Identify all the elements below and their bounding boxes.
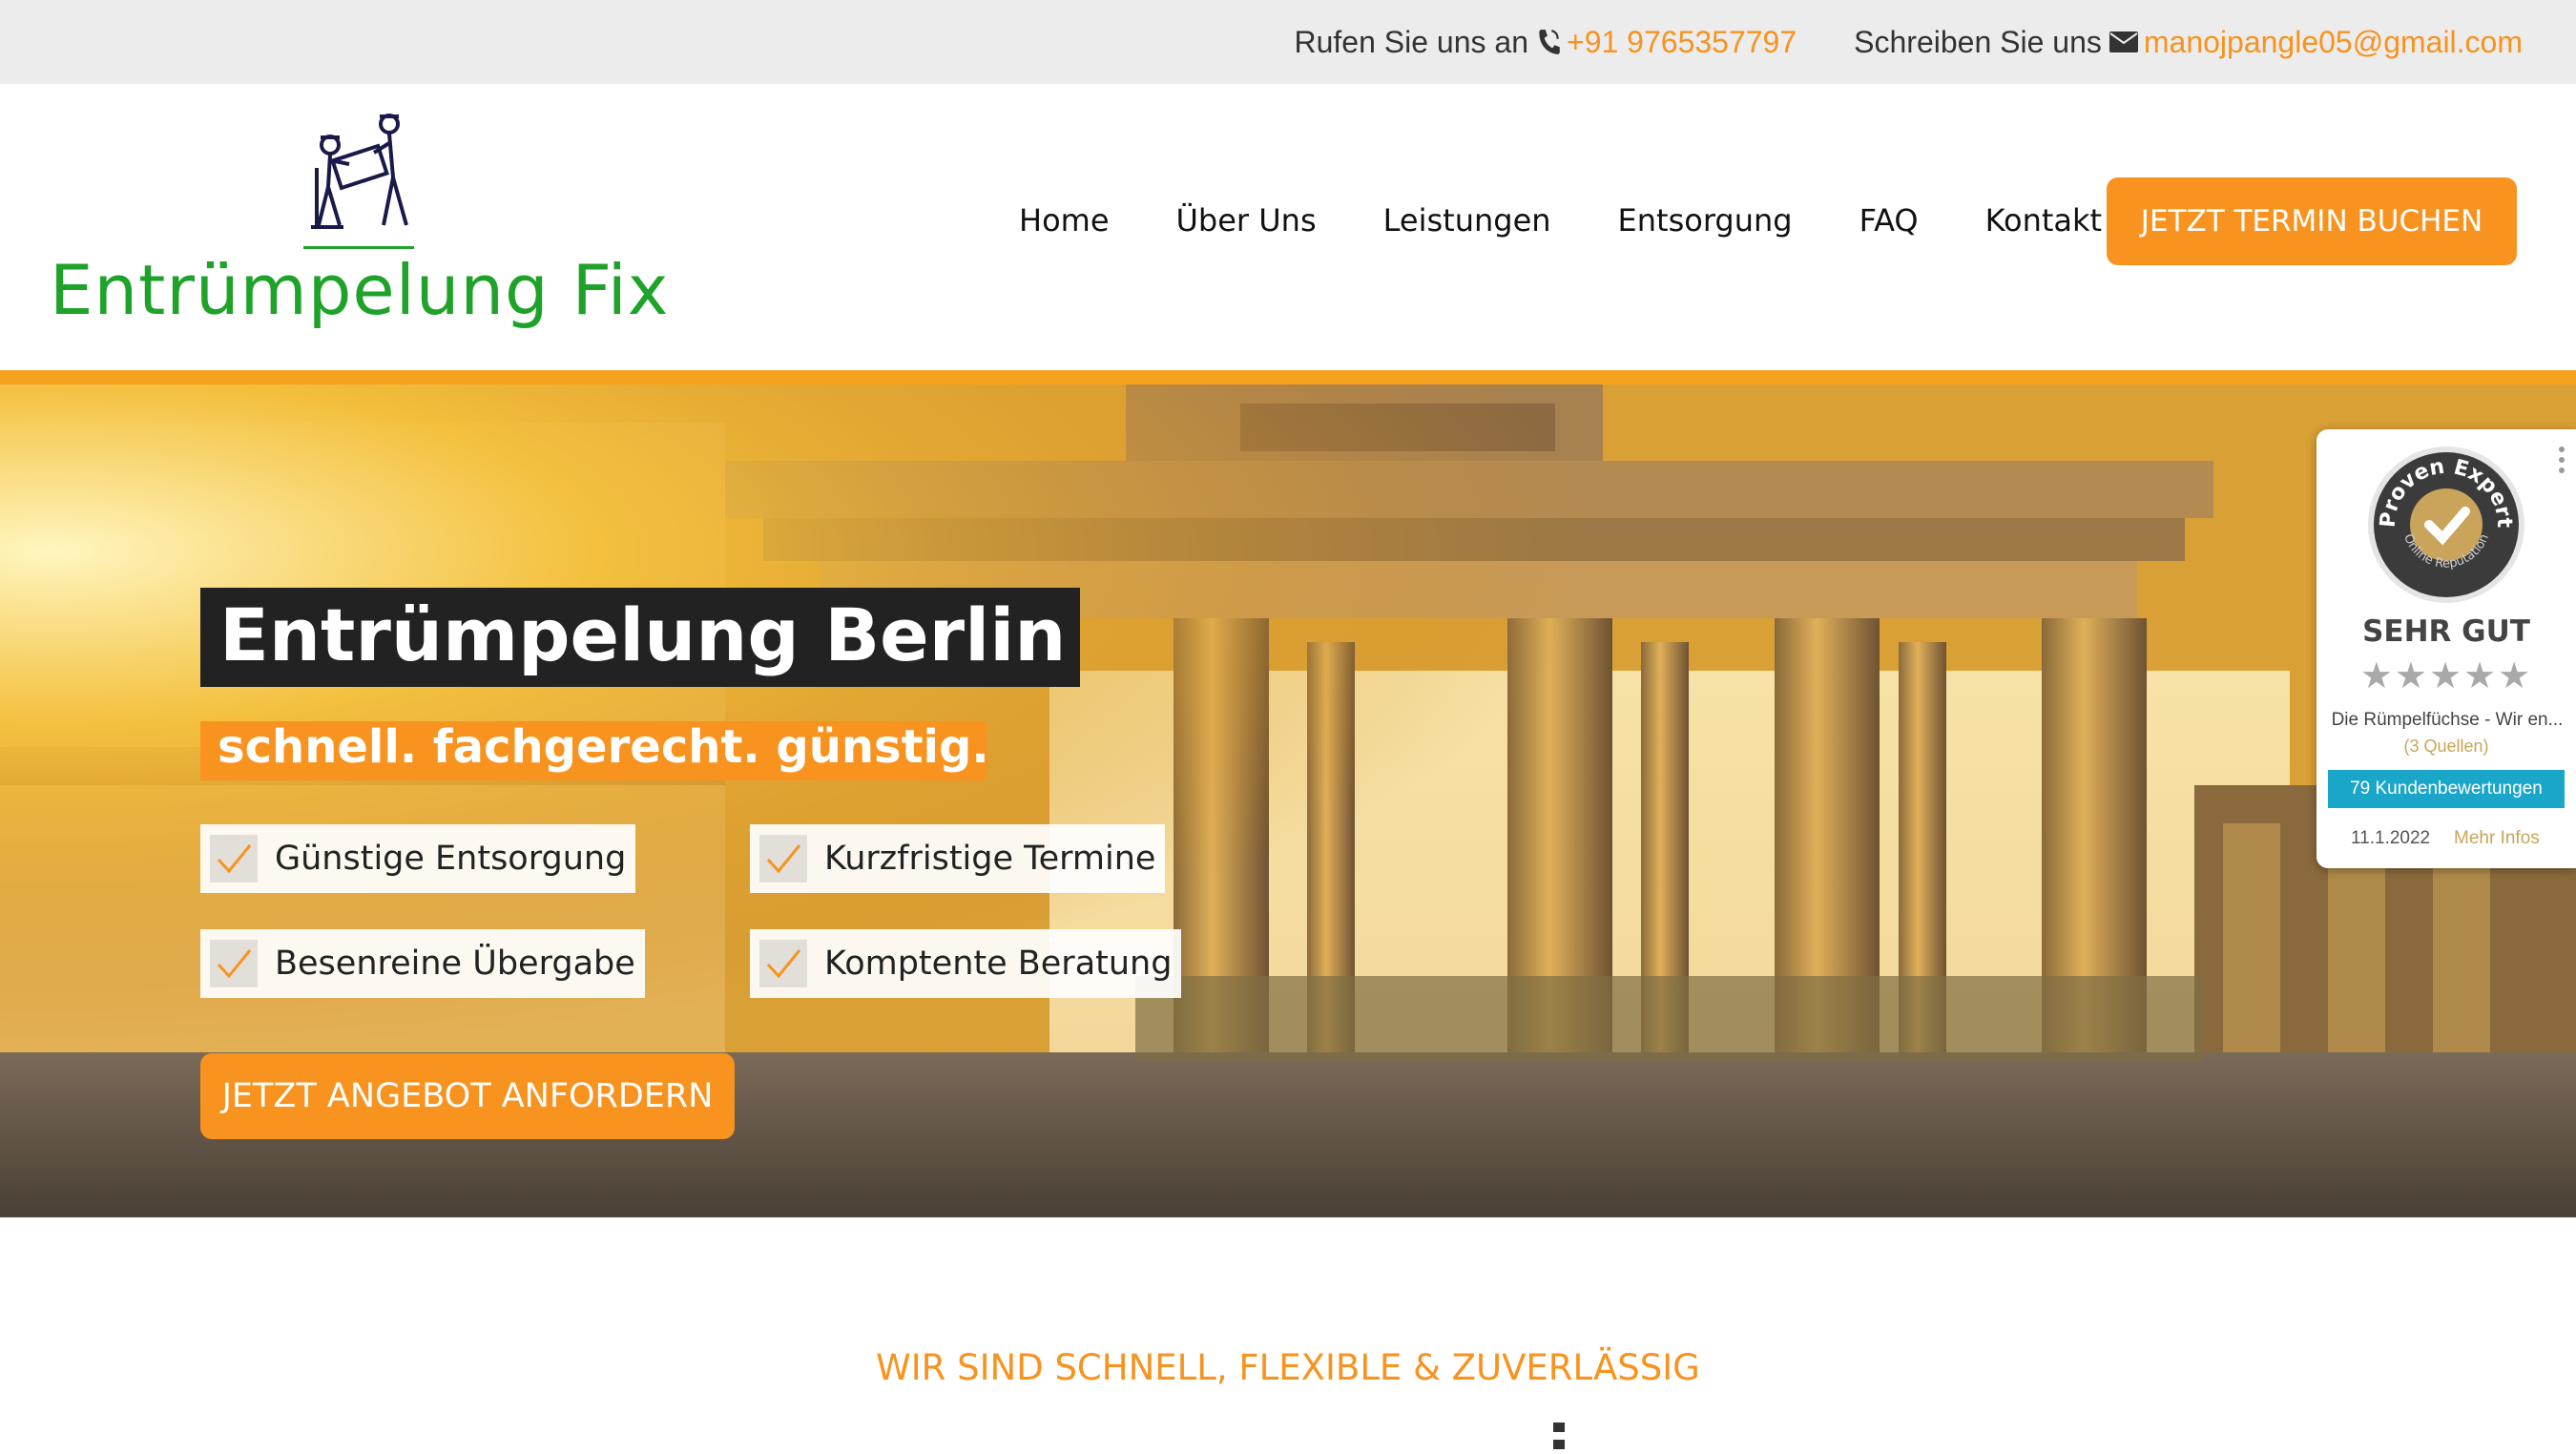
section-divider-icon [1553,1420,1580,1449]
hero-subtitle: schnell. fachgerecht. günstig. [218,720,989,774]
badge-rating-text: SEHR GUT [2362,614,2530,649]
checkmark-icon [210,835,258,883]
feature-item: Besenreine Übergabe [200,929,645,998]
feature-item: Günstige Entsorgung [200,824,636,893]
checkmark-icon [210,940,258,987]
checkmark-icon [759,835,807,883]
header-accent-rule [0,370,2576,384]
badge-stars: ★★★★★ [2359,656,2533,696]
checkmark-icon [759,940,807,987]
phone-icon [1539,30,1560,54]
main-nav: Home Über Uns Leistungen Entsorgung FAQ … [1019,202,2102,239]
nav-item-home[interactable]: Home [1019,202,1110,239]
feature-label: Komptente Beratung [824,945,1173,983]
feature-item: Kurzfristige Termine [750,824,1166,893]
contact-info: Rufen Sie uns an +91 9765357797 Schreibe… [1295,0,2524,84]
write-label: Schreiben Sie uns [1854,24,2102,59]
badge-date: 11.1.2022 [2351,828,2431,848]
badge-reviews-button[interactable]: 79 Kundenbewertungen [2328,770,2565,808]
hero-section: Entrümpelung Berlin schnell. fachgerecht… [0,384,2576,1217]
feature-label: Besenreine Übergabe [275,945,635,983]
envelope-icon [2109,31,2138,52]
nav-item-leistungen[interactable]: Leistungen [1383,202,1551,239]
logo-divider [303,246,414,249]
badge-menu-icon[interactable] [2559,447,2565,478]
nav-item-faq[interactable]: FAQ [1859,202,1919,239]
badge-company-name: Die Rümpelfüchse - Wir en... [2331,710,2564,730]
nav-item-entsorgung[interactable]: Entsorgung [1618,202,1793,239]
proven-expert-badge[interactable]: Proven Expert Online Reputation SEHR GUT… [2316,429,2576,868]
nav-item-ueber-uns[interactable]: Über Uns [1176,202,1317,239]
hero-title: Entrümpelung Berlin [219,592,1067,677]
top-contact-bar: Rufen Sie uns an +91 9765357797 Schreibe… [0,0,2576,84]
feature-label: Kurzfristige Termine [824,840,1156,878]
feature-label: Günstige Entsorgung [275,840,627,878]
phone-link[interactable]: +91 9765357797 [1567,25,1797,60]
nav-item-kontakt[interactable]: Kontakt [1985,202,2102,239]
movers-logo-icon[interactable] [301,111,422,229]
request-quote-button[interactable]: JETZT ANGEBOT ANFORDERN [200,1053,735,1139]
badge-more-info-link[interactable]: Mehr Infos [2454,828,2540,849]
logo-text[interactable]: Entrümpelung Fix [50,250,669,330]
call-label: Rufen Sie uns an [1294,24,1529,59]
book-appointment-button[interactable]: JETZT TERMIN BUCHEN [2107,177,2517,265]
feature-item: Komptente Beratung [750,929,1182,998]
section-title: WIR SIND SCHNELL, FLEXIBLE & ZUVERLÄSSIG [876,1347,1700,1388]
email-link[interactable]: manojpangle05@gmail.com [2144,25,2523,60]
badge-sources: (3 Quellen) [2403,737,2489,756]
proven-expert-seal-icon: Proven Expert Online Reputation [2368,447,2524,603]
